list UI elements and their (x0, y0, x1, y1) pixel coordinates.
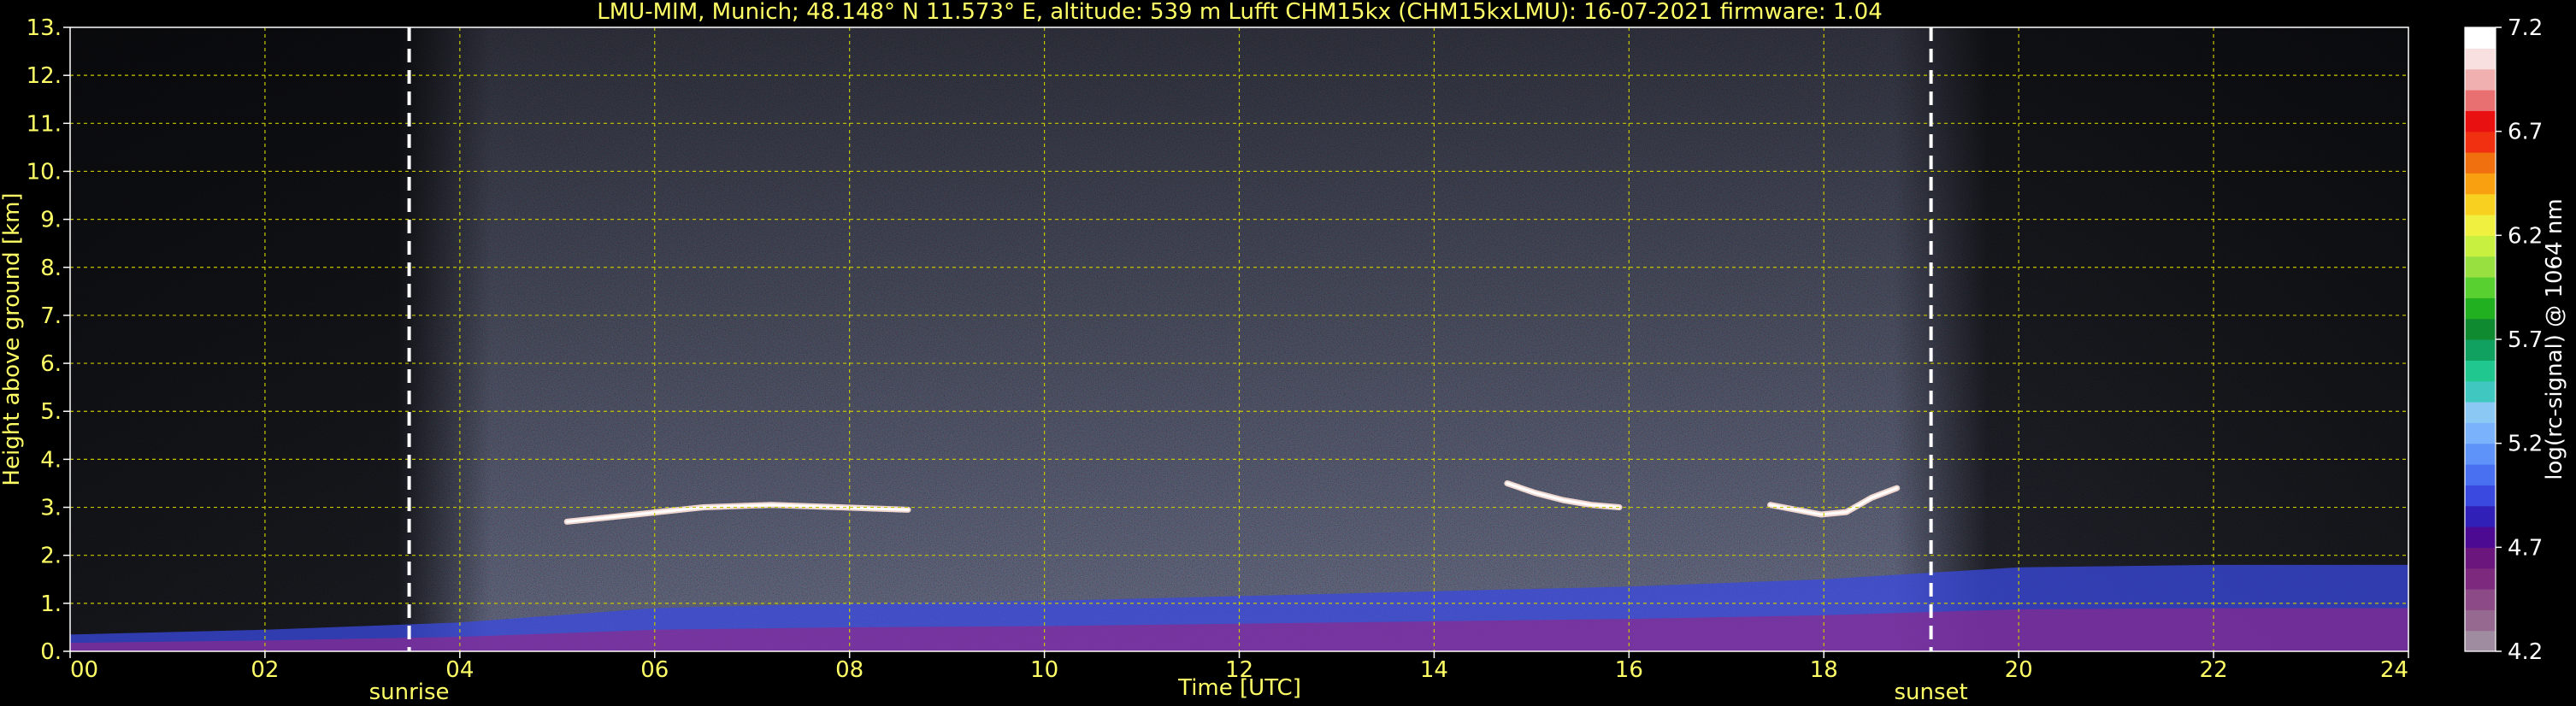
colorbar-swatch (2465, 443, 2496, 465)
colorbar-swatch (2465, 68, 2496, 91)
colorbar-swatch (2465, 235, 2496, 257)
x-tick-label: 06 (640, 657, 669, 683)
y-tick-label: 12. (27, 63, 62, 89)
x-tick-label: 00 (70, 657, 98, 683)
y-tick-label: 2. (40, 544, 62, 569)
y-tick-label: 5. (40, 399, 62, 425)
colorbar-swatch (2465, 485, 2496, 507)
colorbar-tick-label: 5.2 (2508, 432, 2543, 457)
colorbar-tick-label: 5.7 (2508, 327, 2543, 353)
colorbar-swatch (2465, 152, 2496, 174)
x-tick-label: 16 (1615, 657, 1643, 683)
marker-label-sunset: sunset (1894, 680, 1967, 705)
y-tick-label: 1. (40, 591, 62, 617)
y-axis-ticks: 0. 1. 2. 3. 4. 5. 6. 7. 8. 9. 10. 11. 12. 13. (27, 15, 70, 665)
y-tick-label: 0. (40, 639, 62, 665)
colorbar-swatch (2465, 464, 2496, 485)
colorbar-swatch (2465, 318, 2496, 340)
y-tick-label: 13. (27, 15, 62, 41)
colorbar-swatch (2465, 505, 2496, 527)
colorbar-swatch (2465, 360, 2496, 382)
colorbar-swatch (2465, 27, 2496, 49)
colorbar-swatch (2465, 380, 2496, 403)
chart-title: LMU-MIM, Munich; 48.148° N 11.573° E, al… (597, 0, 1882, 25)
y-tick-label: 3. (40, 496, 62, 521)
colorbar-swatch (2465, 90, 2496, 111)
colorbar-swatch (2465, 193, 2496, 215)
colorbar-swatch (2465, 527, 2496, 548)
colorbar-tick-label: 4.2 (2508, 639, 2543, 665)
colorbar-swatch (2465, 297, 2496, 320)
colorbar-swatch (2465, 609, 2496, 632)
y-tick-label: 8. (40, 256, 62, 281)
x-tick-label: 24 (2380, 657, 2408, 683)
plot-area (70, 27, 2408, 651)
colorbar-swatch (2465, 402, 2496, 423)
colorbar-swatch (2465, 256, 2496, 278)
colorbar-swatch (2465, 568, 2496, 590)
colorbar-swatch (2465, 110, 2496, 132)
y-axis-label: Height above ground [km] (0, 192, 25, 485)
colorbar-swatch (2465, 589, 2496, 610)
y-tick-label: 6. (40, 351, 62, 377)
colorbar-swatch (2465, 422, 2496, 444)
colorbar-tick-label: 6.7 (2508, 120, 2543, 145)
x-tick-label: 18 (1810, 657, 1838, 683)
colorbar-swatch (2465, 277, 2496, 298)
y-tick-label: 9. (40, 208, 62, 233)
x-tick-label: 08 (835, 657, 864, 683)
x-axis-label: Time [UTC] (1177, 675, 1301, 701)
x-tick-label: 22 (2200, 657, 2228, 683)
y-tick-label: 4. (40, 447, 62, 473)
colorbar-swatch (2465, 630, 2496, 652)
y-tick-label: 10. (27, 159, 62, 185)
colorbar-swatch (2465, 547, 2496, 569)
x-tick-label: 02 (251, 657, 279, 683)
colorbar-swatch (2465, 131, 2496, 153)
ceilometer-chart: LMU-MIM, Munich; 48.148° N 11.573° E, al… (0, 0, 2567, 705)
colorbar-tick-label: 6.2 (2508, 223, 2543, 249)
x-tick-label: 20 (2005, 657, 2033, 683)
colorbar-tick-label: 7.2 (2508, 15, 2543, 41)
colorbar-swatch (2465, 173, 2496, 195)
x-tick-label: 10 (1030, 657, 1058, 683)
x-tick-label: 04 (445, 657, 474, 683)
marker-label-sunrise: sunrise (369, 680, 450, 705)
colorbar-swatch (2465, 215, 2496, 236)
colorbar-swatch (2465, 339, 2496, 361)
colorbar-swatch (2465, 48, 2496, 70)
colorbar-tick-label: 4.7 (2508, 535, 2543, 561)
colorbar-label: log(rc-signal) @ 1064 nm (2542, 198, 2567, 479)
colorbar: 4.2 4.7 5.2 5.7 6.2 6.7 7.2 (2464, 15, 2543, 665)
x-tick-label: 14 (1420, 657, 1448, 683)
y-tick-label: 11. (27, 111, 62, 137)
y-tick-label: 7. (40, 303, 62, 329)
